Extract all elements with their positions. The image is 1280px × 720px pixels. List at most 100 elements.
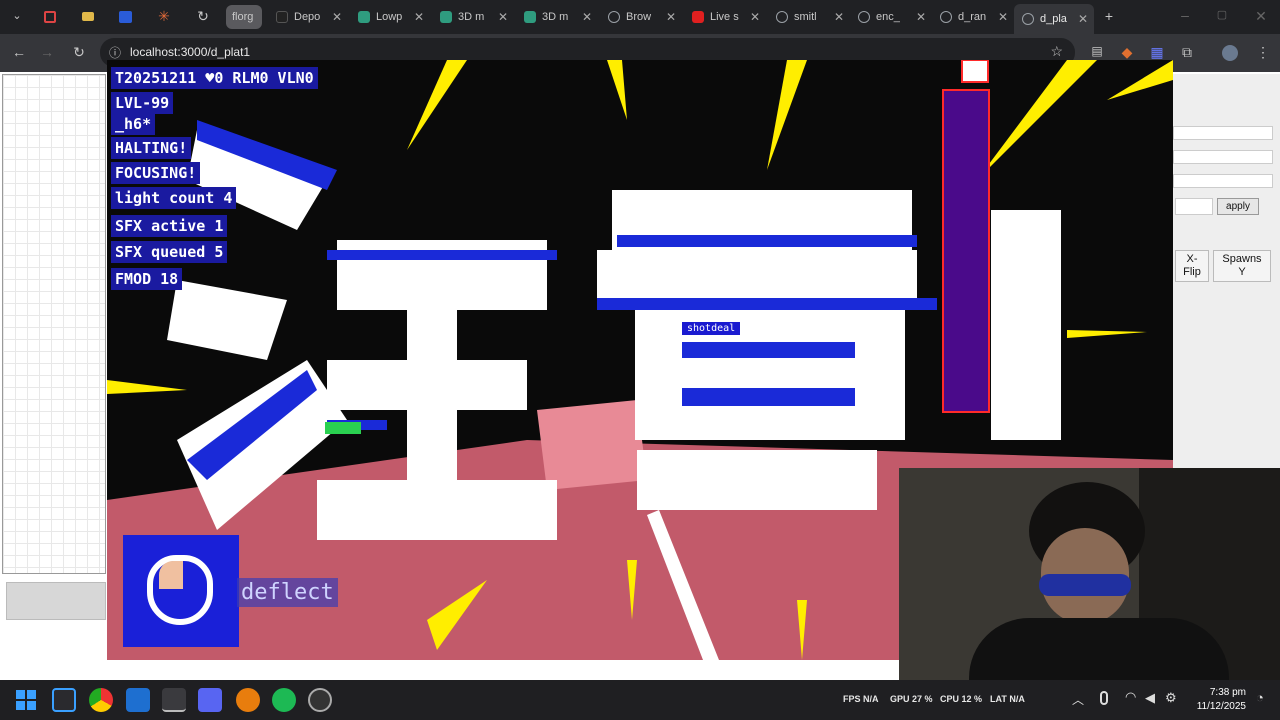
hud-sfx-queued: SFX queued 5 — [111, 241, 228, 263]
chrome-icon[interactable] — [89, 688, 113, 712]
minimize-icon[interactable]: – — [1176, 7, 1194, 23]
tab-enc[interactable]: enc_ ✕ — [850, 5, 932, 29]
globe-icon — [608, 11, 620, 23]
bookmark-app-icon[interactable] — [119, 11, 132, 23]
close-icon[interactable]: ✕ — [332, 10, 342, 24]
os-taskbar: FPS N/A GPU 27 % CPU 12 % LAT N/A ︿ ◠ ◀ … — [0, 680, 1280, 720]
tab-search-icon[interactable]: ⌄ — [8, 9, 26, 22]
webcam-overlay — [899, 468, 1280, 680]
side-input-1[interactable] — [1173, 126, 1273, 140]
wifi-icon[interactable]: ◠ — [1125, 689, 1136, 705]
reload-icon[interactable]: ↻ — [70, 44, 88, 61]
mouse-left-button-icon — [159, 561, 183, 589]
clock-date[interactable]: 11/12/2025 — [1190, 701, 1246, 712]
spawns-y-button[interactable]: Spawns Y — [1213, 250, 1271, 282]
discord-icon[interactable] — [198, 688, 222, 712]
side-value-input[interactable] — [1175, 198, 1213, 215]
tab-d-plat[interactable]: d_pla ✕ — [1014, 4, 1094, 34]
tab-lowp[interactable]: Lowp ✕ — [350, 5, 430, 29]
deflect-prompt — [123, 535, 239, 647]
settings-icon[interactable]: ⚙ — [1165, 690, 1177, 706]
tab-brow[interactable]: Brow ✕ — [600, 5, 682, 29]
side-input-3[interactable] — [1173, 174, 1273, 188]
hud-focusing: FOCUSING! — [111, 162, 201, 184]
fps-readout: FPS N/A — [843, 694, 879, 704]
tab-favicon — [440, 11, 452, 23]
tab-smitl[interactable]: smitl ✕ — [768, 5, 850, 29]
maximize-icon[interactable]: ▢ — [1213, 8, 1231, 21]
close-icon[interactable]: ✕ — [498, 10, 508, 24]
url-text: localhost:3000/d_plat1 — [130, 45, 251, 59]
floor-highlight — [537, 400, 647, 490]
close-icon[interactable]: ✕ — [998, 10, 1008, 24]
close-icon[interactable]: ✕ — [1078, 12, 1088, 26]
folder-icon[interactable] — [82, 12, 94, 21]
tab-3d-1[interactable]: 3D m ✕ — [432, 5, 514, 29]
claude-icon[interactable]: ✳ — [155, 8, 173, 25]
cpu-readout: CPU 12 % — [940, 694, 983, 704]
back-icon[interactable]: ← — [10, 44, 28, 60]
gmail-icon[interactable] — [44, 11, 56, 23]
tab-d-ran[interactable]: d_ran ✕ — [932, 5, 1014, 29]
reader-icon[interactable]: ▤ — [1088, 44, 1106, 58]
pillar-cap — [961, 60, 989, 83]
bookmark-star-icon[interactable]: ☆ — [1050, 43, 1063, 60]
extension-grid-icon[interactable]: ▦ — [1148, 44, 1166, 61]
tab-depo[interactable]: Depo ✕ — [268, 5, 348, 29]
apply-button[interactable]: apply — [1217, 198, 1259, 215]
entity-tag-label: shotdeal — [682, 322, 741, 335]
side-input-2[interactable] — [1173, 150, 1273, 164]
extensions-puzzle-icon[interactable]: ⧉ — [1178, 44, 1196, 61]
deflect-label: deflect — [237, 578, 338, 607]
close-icon[interactable]: ✕ — [916, 10, 926, 24]
hud-code: _h6* — [111, 113, 156, 135]
vscode-icon[interactable] — [126, 688, 150, 712]
close-icon[interactable]: ✕ — [582, 10, 592, 24]
profile-avatar[interactable] — [1222, 45, 1238, 61]
grid-editor-panel[interactable] — [2, 74, 106, 574]
tab-3d-2[interactable]: 3D m ✕ — [516, 5, 598, 29]
cursor-app-icon[interactable] — [52, 688, 76, 712]
site-info-icon[interactable]: ⓘ — [109, 44, 121, 61]
chevron-up-icon[interactable]: ︿ — [1072, 691, 1084, 708]
red-pillar — [942, 89, 990, 413]
windows-start-icon[interactable] — [16, 690, 36, 710]
sync-icon[interactable]: ↻ — [194, 8, 212, 25]
close-icon[interactable]: ✕ — [750, 10, 760, 24]
menu-kebab-icon[interactable]: ⋮ — [1254, 44, 1272, 61]
tab-live[interactable]: Live s ✕ — [684, 5, 766, 29]
xflip-button[interactable]: X- Flip — [1175, 250, 1209, 282]
tab-florg[interactable]: florg — [226, 5, 262, 29]
extension-fox-icon[interactable]: ◆ — [1118, 44, 1136, 61]
globe-icon — [940, 11, 952, 23]
new-tab-icon[interactable]: + — [1100, 8, 1118, 24]
clock-time[interactable]: 7:38 pm — [1190, 687, 1246, 698]
globe-icon — [858, 11, 870, 23]
globe-icon — [776, 11, 788, 23]
close-icon[interactable]: ✕ — [834, 10, 844, 24]
close-icon[interactable]: ✕ — [414, 10, 424, 24]
forward-icon[interactable]: → — [38, 44, 56, 60]
tab-favicon — [524, 11, 536, 23]
webcam-person-shirt — [969, 618, 1229, 680]
gpu-readout: GPU 27 % — [890, 694, 933, 704]
notification-bell-icon[interactable]: ◔ — [1256, 690, 1264, 705]
hud-sfx-active: SFX active 1 — [111, 215, 228, 237]
close-icon[interactable]: ✕ — [666, 10, 676, 24]
window-close-icon[interactable]: ✕ — [1252, 8, 1270, 25]
editor-side-panel: apply X- Flip Spawns Y — [1173, 74, 1280, 468]
volume-icon[interactable]: ◀ — [1145, 690, 1155, 706]
latency-readout: LAT N/A — [990, 694, 1025, 704]
blender-icon[interactable] — [236, 688, 260, 712]
hud-light-count: light count 4 — [111, 187, 237, 209]
microphone-icon[interactable] — [1100, 691, 1108, 705]
youtube-icon — [692, 11, 704, 23]
spotify-icon[interactable] — [272, 688, 296, 712]
grid-scrollbar[interactable] — [6, 582, 106, 620]
green-object — [325, 422, 361, 434]
tab-favicon — [276, 11, 288, 23]
obs-icon[interactable] — [308, 688, 332, 712]
hud-halting: HALTING! — [111, 137, 192, 159]
hud-level: LVL-99 — [111, 92, 174, 114]
terminal-icon[interactable] — [162, 688, 186, 712]
